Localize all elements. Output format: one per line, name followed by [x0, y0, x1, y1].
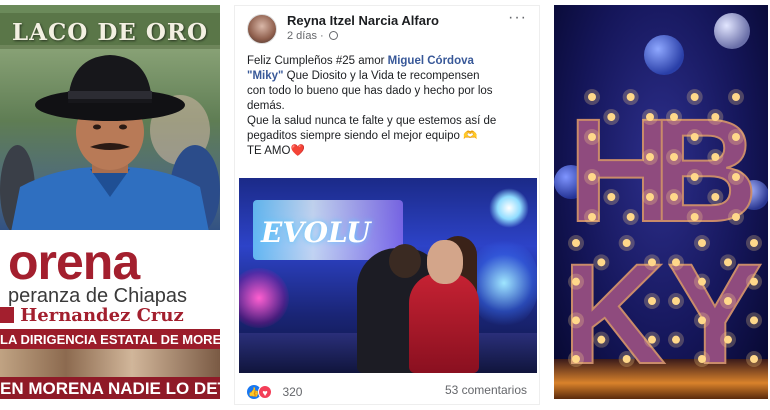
marquee-bulb-glow — [707, 149, 724, 165]
candidate-name: Hernandez Cruz — [0, 305, 184, 326]
marquee-bulb-glow — [668, 293, 684, 309]
marquee-bulb-glow — [707, 109, 724, 125]
post-line: Feliz Cumpleños #25 amor Miguel Córdova — [247, 54, 533, 69]
love-reaction-icon: ♥ — [258, 384, 272, 399]
marquee-bulb-glow — [622, 89, 639, 105]
marquee-bulb-glow — [584, 129, 600, 145]
post-time-text: 2 días · — [287, 30, 324, 42]
marquee-bulb-glow — [593, 331, 610, 348]
marquee-bulb-glow — [746, 273, 762, 290]
marquee-bulb-glow — [746, 312, 762, 329]
marquee-bulb-glow — [568, 351, 584, 367]
marquee-bulb-glow — [568, 312, 584, 329]
marquee-bulb-glow — [686, 169, 703, 185]
marquee-bulb-glow — [720, 254, 736, 271]
marquee-bulb-glow — [593, 254, 610, 271]
red-strip: LA DIRIGENCIA ESTATAL DE MORENA — [0, 329, 220, 349]
marquee-bulb-glow — [686, 89, 703, 105]
post-photo[interactable]: EVOLU — [239, 178, 537, 373]
marquee-letters: HBK Y — [561, 88, 763, 395]
post-time[interactable]: 2 días · — [287, 30, 338, 42]
stage-light — [469, 238, 537, 328]
woman-head — [427, 240, 463, 284]
poster-title: LACO DE ORO — [11, 19, 209, 46]
marquee-bulb-glow — [668, 254, 684, 271]
marquee-bulb-glow — [728, 169, 744, 185]
marquee-bulb-glow — [622, 209, 639, 225]
author-avatar[interactable] — [247, 14, 277, 44]
marquee-bulb-glow — [728, 89, 744, 105]
marquee-bulb-glow — [668, 331, 684, 348]
stage-light — [239, 268, 289, 328]
post-text-segment: Feliz Cumpleños #25 amor — [247, 55, 388, 67]
post-line: pegaditos siempre siendo el mejor equipo… — [247, 130, 478, 142]
strip-text: LA DIRIGENCIA ESTATAL DE MORENA — [0, 332, 220, 347]
post-line: Que la salud nunca te falte y que estemo… — [247, 115, 497, 127]
marquee-bulb-glow — [686, 129, 703, 145]
marquee-bulb-glow — [568, 273, 584, 290]
marquee-bulb-glow — [584, 209, 600, 225]
marquee-bulb-glow — [720, 331, 736, 348]
comments-count[interactable]: 53 comentarios — [445, 383, 527, 397]
marquee-bulb-glow — [728, 129, 744, 145]
marquee-bulb-glow — [746, 351, 762, 367]
post-text: Feliz Cumpleños #25 amor Miguel Córdova … — [247, 54, 533, 159]
post-line: TE AMO❤️ — [247, 145, 305, 157]
marquee-bulb-glow — [707, 189, 724, 205]
party-brand: orena — [8, 234, 140, 290]
social-post: Reyna Itzel Narcia Alfaro 2 días · ··· F… — [234, 5, 540, 405]
mention-link[interactable]: Miguel Córdova — [388, 55, 474, 67]
marquee-bulb-glow — [746, 235, 762, 251]
post-text-segment: Que Diosito y la Vida te recompensen — [283, 70, 480, 82]
marquee-bulb-glow — [618, 351, 635, 367]
marquee-bulb-glow — [666, 149, 682, 165]
marquee-bulb-glow — [568, 235, 584, 251]
led-screen-text: EVOLU — [261, 216, 371, 249]
man-head — [389, 244, 421, 278]
reactions-summary[interactable]: 👍 ♥ 320 — [247, 383, 302, 399]
stage-light — [489, 188, 529, 228]
marquee-bulb-glow — [603, 189, 620, 205]
red-marker — [0, 307, 14, 323]
marquee-bulb-glow — [603, 109, 620, 125]
bottom-banner: EN MORENA NADIE LO DETIE — [0, 377, 220, 399]
marquee-bulb-glow — [644, 254, 660, 271]
post-line: "Miky" Que Diosito y la Vida te recompen… — [247, 69, 533, 84]
post-line: demás. — [247, 100, 285, 112]
marquee-bulb-glow — [694, 273, 710, 290]
mention-link[interactable]: "Miky" — [247, 70, 283, 82]
right-panel-marquee: HBKY — [554, 5, 768, 399]
reaction-count: 320 — [282, 384, 303, 399]
marquee-bulb-glow — [694, 351, 710, 367]
marquee-bulb-glow — [644, 331, 660, 348]
marquee-bulb-glow — [728, 209, 744, 225]
marquee-bulb-glow — [686, 209, 703, 225]
woman-dress — [409, 273, 479, 373]
politician-figure — [10, 55, 210, 237]
more-options-icon[interactable]: ··· — [508, 9, 527, 27]
marquee-bulb-glow — [584, 89, 600, 105]
left-panel-poster: LACO DE ORO orena peranza de Chiapas Her… — [0, 5, 220, 399]
marquee-bulb-glow — [584, 169, 600, 185]
bottom-banner-text: EN MORENA NADIE LO DETIE — [0, 379, 220, 398]
globe-icon — [328, 31, 338, 40]
marquee-bulb-glow — [720, 293, 736, 309]
marquee-bulb-glow — [618, 235, 635, 251]
author-name[interactable]: Reyna Itzel Narcia Alfaro — [287, 13, 439, 28]
marquee-bulb-glow — [694, 312, 710, 329]
candidate-name-text: Hernandez Cruz — [20, 305, 184, 326]
marquee-bulb-glow — [666, 109, 682, 125]
marquee-bulb-glow — [644, 293, 660, 309]
marquee-bulb-glow — [694, 235, 710, 251]
post-line: con todo lo bueno que has dado y hecho p… — [247, 85, 493, 97]
marquee-bulb-glow — [666, 189, 682, 205]
